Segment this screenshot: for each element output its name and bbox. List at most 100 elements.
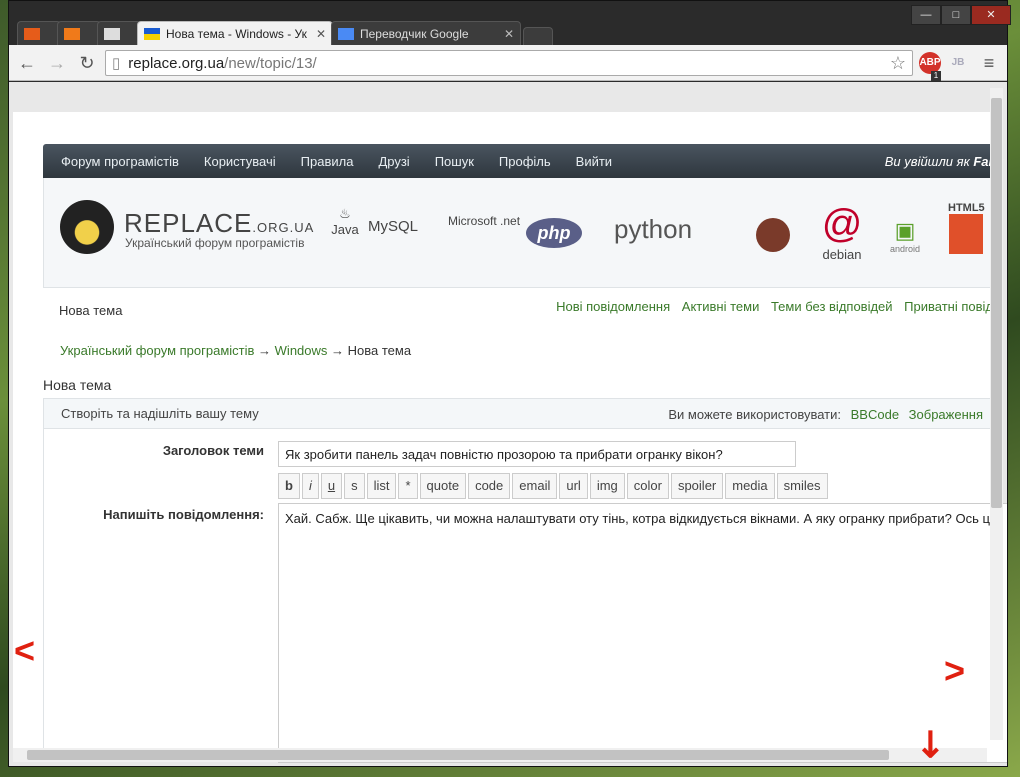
tab-title: Переводчик Google xyxy=(360,26,469,41)
nav-item-users[interactable]: Користувачі xyxy=(204,154,276,169)
minimize-button[interactable]: — xyxy=(911,5,941,25)
browser-window: Нова тема - Windows - Ук ✕ Переводчик Go… xyxy=(8,0,1011,767)
close-tab-icon[interactable]: ✕ xyxy=(316,27,326,41)
breadcrumb-root[interactable]: Український форум програмістів xyxy=(60,343,254,358)
site-banner: REPLACE.ORG.UA Український форум програм… xyxy=(43,178,1003,288)
nav-item-friends[interactable]: Друзі xyxy=(378,154,409,169)
title-input[interactable] xyxy=(278,441,796,467)
php-logo: php xyxy=(526,218,582,248)
bbcode-smiles-button[interactable]: smiles xyxy=(776,473,828,499)
close-tab-icon[interactable]: ✕ xyxy=(504,27,514,41)
markup-help: Ви можете використовувати: BBCode Зображ… xyxy=(668,407,1002,422)
nav-item-profile[interactable]: Профіль xyxy=(499,154,551,169)
page-icon: ▯ xyxy=(112,55,121,72)
bbcode-url-button[interactable]: url xyxy=(559,473,588,499)
scrollbar-thumb[interactable] xyxy=(27,750,889,760)
bbcode-code-button[interactable]: code xyxy=(468,473,511,499)
back-icon[interactable]: ← xyxy=(15,51,39,75)
site-logo-icon[interactable] xyxy=(60,200,114,254)
bbcode-list-button[interactable]: list xyxy=(366,473,397,499)
bbcode-media-button[interactable]: media xyxy=(725,473,775,499)
bbcode-italic-button[interactable]: i xyxy=(301,473,319,499)
page-viewport: Форум програмістів Користувачі Правила Д… xyxy=(9,82,1007,766)
android-logo: ▣ android xyxy=(890,218,921,254)
bbcode-color-button[interactable]: color xyxy=(626,473,669,499)
bbcode-email-button[interactable]: email xyxy=(512,473,558,499)
form-header: Створіть та надішліть вашу тему Ви может… xyxy=(44,399,1002,429)
mysql-logo: MySQL xyxy=(368,218,419,235)
breadcrumb: Український форум програмістів → Windows… xyxy=(60,343,412,358)
bbcode-quote-button[interactable]: quote xyxy=(419,473,467,499)
ukraine-flag-icon xyxy=(144,28,160,40)
new-tab-button[interactable] xyxy=(523,27,553,45)
bbcode-underline-button[interactable]: u xyxy=(320,473,343,499)
maximize-button[interactable]: □ xyxy=(941,5,971,25)
login-status: Ви увійшли як Fakk xyxy=(884,153,1003,169)
dotnet-logo: Microsoft .net xyxy=(448,214,521,228)
tab-1[interactable] xyxy=(17,21,61,45)
nav-item-search[interactable]: Пошук xyxy=(435,154,474,169)
nav-item-logout[interactable]: Вийти xyxy=(576,154,612,169)
link-private[interactable]: Приватні повід xyxy=(904,299,993,314)
bbcode-strike-button[interactable]: s xyxy=(344,473,365,499)
red-arrow-left-icon: < xyxy=(14,630,36,671)
site-nav: Форум програмістів Користувачі Правила Д… xyxy=(43,144,1003,178)
tab-title: Нова тема - Windows - Ук xyxy=(166,27,307,41)
google-translate-icon xyxy=(338,27,354,40)
tab-3[interactable] xyxy=(97,21,141,45)
message-label: Напишіть повідомлення: xyxy=(103,507,264,522)
horizontal-scrollbar[interactable] xyxy=(13,748,987,762)
address-bar[interactable]: ▯ replace.org.ua/new/topic/13/ ☆ xyxy=(105,50,913,76)
menu-icon[interactable]: ≡ xyxy=(977,51,1001,75)
nav-item-rules[interactable]: Правила xyxy=(301,154,354,169)
app-icon xyxy=(64,27,80,40)
bbcode-toolbar: b i u s list * quote code email url img … xyxy=(278,473,830,499)
window-controls: — □ ✕ xyxy=(911,5,1011,25)
post-form: Створіть та надішліть вашу тему Ви может… xyxy=(43,398,1007,763)
browser-toolbar: ← → ↻ ▯ replace.org.ua/new/topic/13/ ☆ A… xyxy=(9,45,1007,81)
tab-strip: Нова тема - Windows - Ук ✕ Переводчик Go… xyxy=(9,1,1011,46)
bbcode-bold-button[interactable]: b xyxy=(278,473,300,499)
breadcrumb-forum[interactable]: Windows xyxy=(275,343,328,358)
tab-active[interactable]: Нова тема - Windows - Ук ✕ xyxy=(137,21,333,46)
bbcode-link[interactable]: BBCode xyxy=(851,407,899,422)
bookmark-star-icon[interactable]: ☆ xyxy=(890,53,906,74)
tab-2[interactable] xyxy=(57,21,101,45)
nav-item-forum[interactable]: Форум програмістів xyxy=(61,154,179,169)
app-icon xyxy=(24,27,40,40)
link-unanswered[interactable]: Теми без відповідей xyxy=(771,299,893,314)
logo-subtitle: Український форум програмістів xyxy=(125,236,305,250)
logo-text[interactable]: REPLACE.ORG.UA xyxy=(124,208,314,239)
python-logo: python xyxy=(614,214,693,244)
app-icon xyxy=(104,27,120,40)
page-content: Форум програмістів Користувачі Правила Д… xyxy=(13,112,1007,763)
section-title: Нова тема xyxy=(59,303,123,318)
bbcode-spoiler-button[interactable]: spoiler xyxy=(670,473,724,499)
bbcode-listitem-button[interactable]: * xyxy=(398,473,418,499)
close-window-button[interactable]: ✕ xyxy=(971,5,1011,25)
form-intro: Створіть та надішліть вашу тему xyxy=(61,406,259,421)
extension-icon[interactable]: JB xyxy=(947,52,969,74)
url-host: replace.org.ua xyxy=(128,54,225,72)
java-logo: ♨ Java xyxy=(331,206,359,237)
bbcode-img-button[interactable]: img xyxy=(589,473,625,499)
breadcrumb-current: Нова тема xyxy=(347,343,412,358)
forward-icon[interactable]: → xyxy=(45,51,69,75)
red-arrow-right-icon: > xyxy=(944,650,966,691)
page-heading: Нова тема xyxy=(43,377,112,393)
images-link[interactable]: Зображення xyxy=(909,407,983,422)
tab-translate[interactable]: Переводчик Google ✕ xyxy=(331,21,521,45)
vertical-scrollbar[interactable] xyxy=(990,88,1003,740)
title-label: Заголовок теми xyxy=(162,443,264,458)
scrollbar-thumb[interactable] xyxy=(991,98,1002,508)
link-active-topics[interactable]: Активні теми xyxy=(682,299,760,314)
debian-logo: @ debian xyxy=(821,202,863,262)
adblock-badge: 1 xyxy=(931,71,941,81)
link-new-posts[interactable]: Нові повідомлення xyxy=(556,299,670,314)
url-path: /new/topic/13/ xyxy=(224,54,317,72)
reload-icon[interactable]: ↻ xyxy=(75,51,99,75)
message-textarea[interactable]: Хай. Сабж. Ще цікавить, чи можна налашту… xyxy=(278,503,1007,763)
html5-logo: HTML5 xyxy=(948,202,985,257)
qt-logo xyxy=(756,218,790,252)
top-links: Нові повідомлення Активні теми Теми без … xyxy=(548,299,993,314)
